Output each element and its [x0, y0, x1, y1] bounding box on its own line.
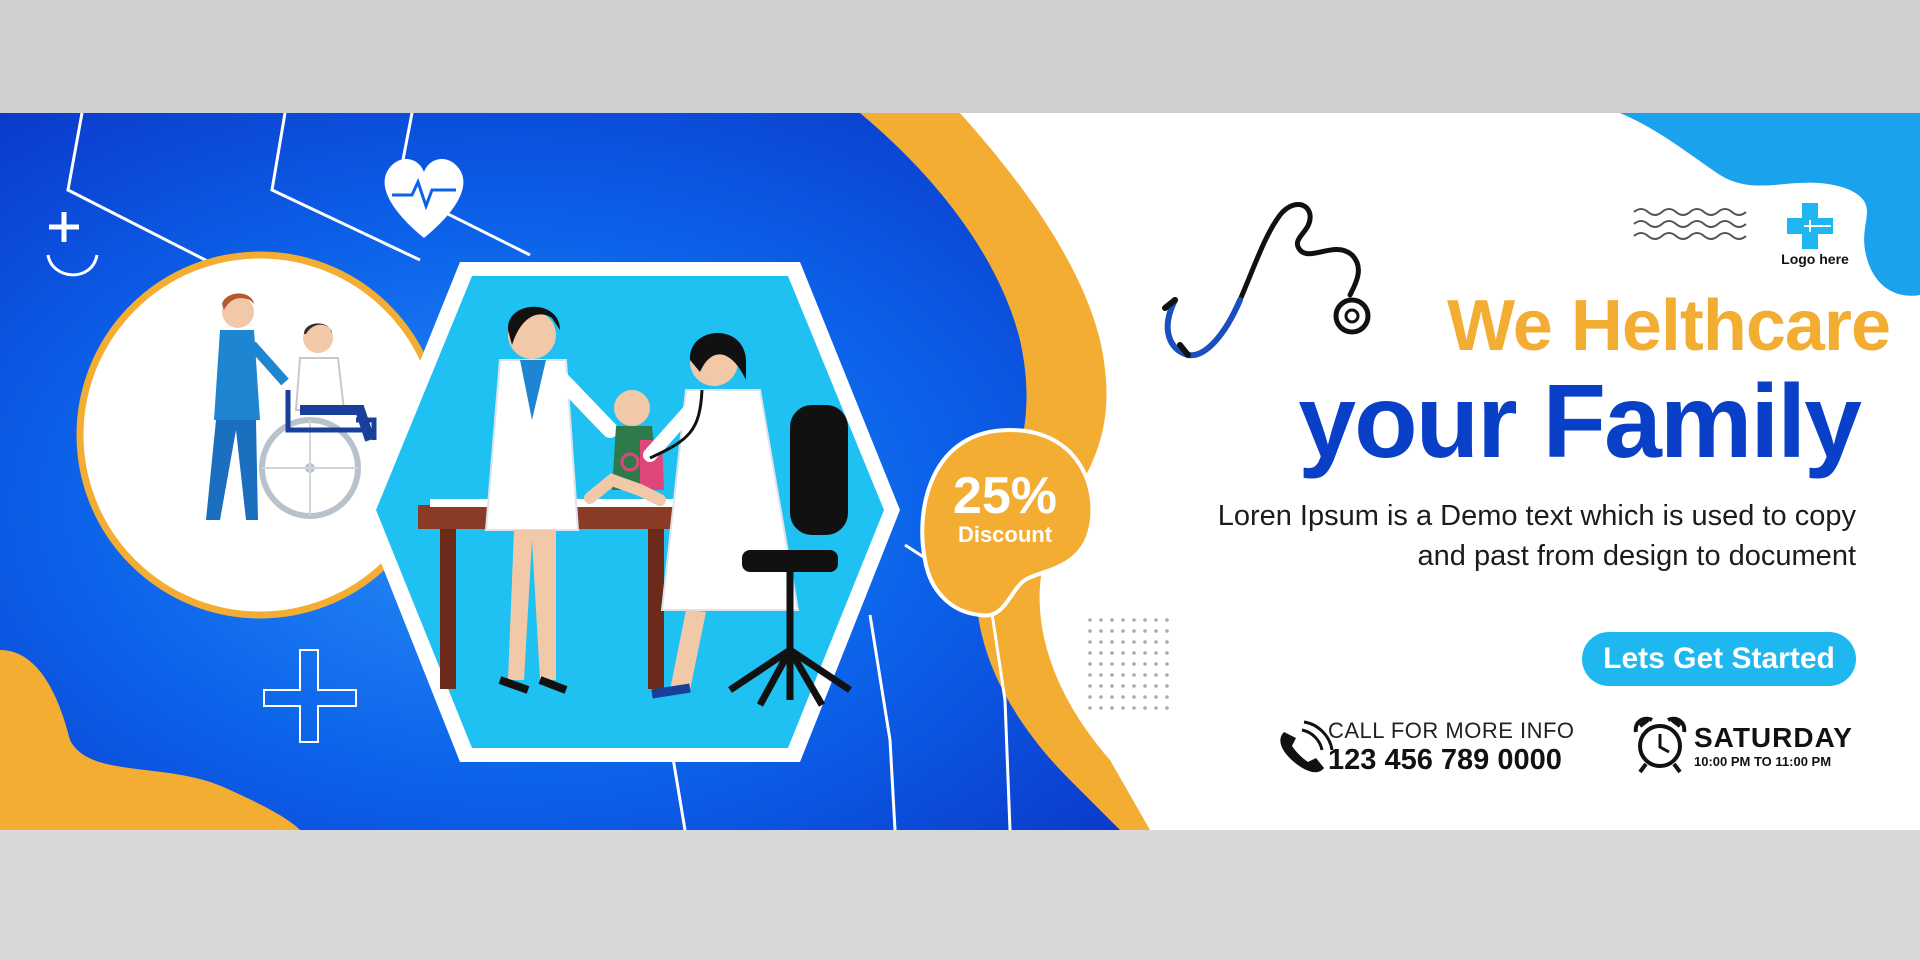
headline-line-2: your Family: [1298, 364, 1862, 480]
discount-percent: 25%: [952, 467, 1058, 525]
description-line-1: Loren Ipsum is a Demo text which is used…: [1217, 500, 1856, 532]
doctor-scene-illustration: [360, 262, 900, 762]
description: Loren Ipsum is a Demo text which is used…: [1120, 496, 1856, 576]
bottom-shadow-band: [0, 830, 1920, 960]
schedule-time: 10:00 PM TO 11:00 PM: [1694, 754, 1832, 769]
get-started-button[interactable]: Lets Get Started: [1582, 632, 1856, 686]
headline-line-1: We Helthcare: [1447, 286, 1891, 366]
logo-text: Logo here: [1781, 251, 1849, 267]
schedule-day: SATURDAY: [1694, 722, 1853, 753]
discount-label: Discount: [957, 522, 1053, 547]
description-line-2: and past from design to document: [1417, 540, 1856, 572]
call-info-label: CALL FOR MORE INFO: [1328, 718, 1575, 743]
phone-number[interactable]: 123 456 789 0000: [1328, 744, 1562, 777]
banner-stage: Logo here We Helthcare your Family Loren…: [0, 0, 1920, 960]
